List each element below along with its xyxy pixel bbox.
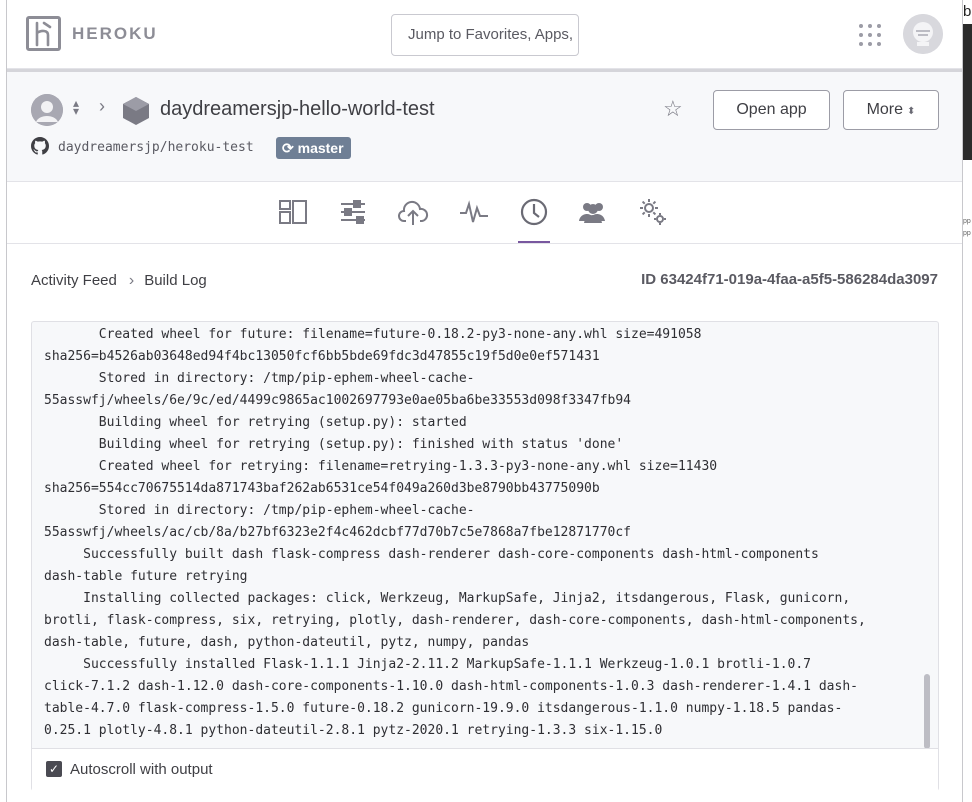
tab-access-people-icon[interactable] [577,196,609,228]
search-input[interactable]: Jump to Favorites, Apps, Pipelines, Spac… [391,14,579,56]
tab-settings-gear-icon[interactable] [637,196,669,228]
background-window-glyph: b [963,0,972,24]
log-line: brotli, flask-compress, six, retrying, p… [44,613,866,628]
background-window-edge: b [963,0,972,160]
log-line: Created wheel for future: filename=futur… [44,327,702,342]
build-log-output[interactable]: Created wheel for future: filename=futur… [44,324,914,744]
log-line: table-4.7.0 flask-compress-1.5.0 future-… [44,701,843,716]
favorite-star-icon[interactable]: ☆ [663,96,683,122]
chevron-updown-icon: ⬍ [907,106,916,117]
tab-activity-clock-icon[interactable] [518,196,550,228]
log-line: 55asswfj/wheels/ac/cb/8a/b27bf6323e2f4c4… [44,525,631,540]
log-line: Building wheel for retrying (setup.py): … [44,415,467,430]
log-line: sha256=554cc70675514da871743baf262ab6531… [44,481,600,496]
background-window-text: pp pp [963,218,971,237]
breadcrumb-build-log: Build Log [144,272,207,289]
log-line: click-7.1.2 dash-1.12.0 dash-core-compon… [44,679,858,694]
open-app-button[interactable]: Open app [713,90,830,130]
log-line: dash-table future retrying [44,569,248,584]
chevron-right-icon: › [99,96,105,116]
log-line: 55asswfj/wheels/6e/9c/ed/4499c9865ac1002… [44,393,631,408]
user-avatar[interactable] [903,14,943,54]
tab-metrics-icon[interactable] [458,196,490,228]
tab-resources-icon[interactable] [337,196,369,228]
build-log-panel: Created wheel for future: filename=futur… [31,321,939,791]
github-icon [31,137,49,160]
app-tabs [7,182,962,244]
heroku-logo-icon[interactable] [26,16,61,51]
log-line: Successfully installed Flask-1.1.1 Jinja… [44,657,812,672]
more-button-label: More [866,101,904,118]
breadcrumb: Activity Feed › Build Log [31,272,207,290]
log-line: Installing collected packages: click, We… [44,591,851,606]
sync-icon: ⟳ [282,140,294,156]
tab-deploy-icon[interactable] [397,196,429,228]
repo-link[interactable]: daydreamersjp/heroku-test [58,140,254,155]
more-button[interactable]: More ⬍ [843,90,939,130]
log-line: Successfully built dash flask-compress d… [44,547,819,562]
app-name: daydreamersjp-hello-world-test [160,98,435,120]
breadcrumb-activity-feed[interactable]: Activity Feed [31,272,117,289]
app-header: ▴ ▾ › daydreamersjp-hello-world-test ☆ Op… [7,69,962,182]
branch-name: master [297,140,344,156]
owner-avatar[interactable] [31,94,63,126]
log-line: Created wheel for retrying: filename=ret… [44,459,718,474]
tab-overview-icon[interactable] [277,196,309,228]
top-bar: HEROKU Jump to Favorites, Apps, Pipeline… [7,0,962,69]
log-line: dash-table, future, dash, python-dateuti… [44,635,530,650]
log-line: sha256=b4526ab03648ed94f4bc13050fcf6bb5b… [44,349,600,364]
log-line: Stored in directory: /tmp/pip-ephem-whee… [44,503,475,518]
log-line: 0.25.1 plotly-4.8.1 python-dateutil-2.8.… [44,723,663,738]
log-footer: ✓ Autoscroll with output [32,748,938,791]
log-scrollbar-thumb[interactable] [924,674,930,749]
apps-grid-icon[interactable] [859,24,881,46]
heroku-brand[interactable]: HEROKU [72,24,158,44]
autoscroll-checkbox[interactable]: ✓ [46,761,62,777]
account-switch-icon[interactable]: ▴ ▾ [73,97,79,117]
app-hexagon-icon [122,96,150,131]
log-line: Building wheel for retrying (setup.py): … [44,437,624,452]
log-line: Stored in directory: /tmp/pip-ephem-whee… [44,371,475,386]
active-tab-indicator [518,241,550,243]
autoscroll-label[interactable]: Autoscroll with output [70,761,213,778]
log-scrollbar[interactable] [924,326,932,749]
chevron-right-icon: › [128,272,135,289]
branch-badge: ⟳ master [276,137,351,159]
build-id: ID 63424f71-019a-4faa-a5f5-586284da3097 [641,271,938,288]
heroku-dashboard: HEROKU Jump to Favorites, Apps, Pipeline… [6,0,963,802]
